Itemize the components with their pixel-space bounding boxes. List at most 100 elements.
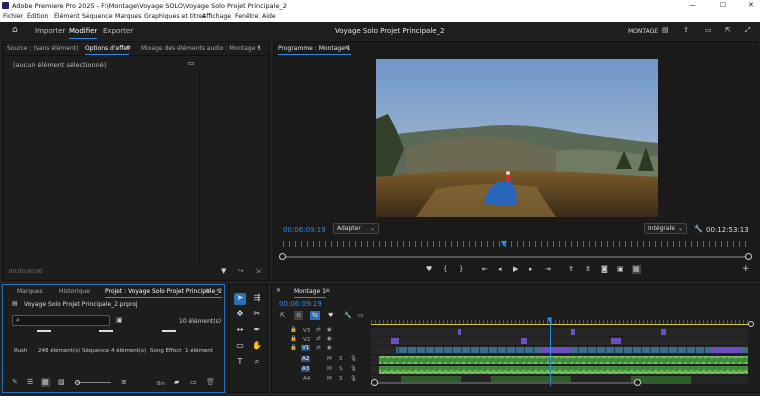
tab-importer[interactable]: Importer [35, 27, 65, 35]
tab-audio-mixer[interactable]: Mixage des éléments audio : Montage 1 [141, 45, 261, 52]
solo-button[interactable]: S [339, 356, 343, 362]
maximize-button[interactable]: ☐ [720, 1, 726, 9]
linked-selection-icon[interactable]: ⇆ [310, 311, 320, 320]
timeline-menu-icon[interactable]: ≡ [325, 288, 330, 294]
pen-tool-icon[interactable]: ✒ [251, 325, 263, 337]
menu-fichier[interactable]: Fichier [3, 13, 23, 20]
eye-icon[interactable]: ◉ [327, 336, 332, 342]
microphone-icon[interactable]: 🎙 [350, 376, 357, 382]
razor-tool-icon[interactable]: ✂ [251, 309, 263, 321]
playhead-handle-icon[interactable]: ▼ [547, 316, 552, 324]
track-label-target[interactable]: A2 [301, 356, 311, 362]
timeline-timecode[interactable]: 00:06:09:19 [279, 300, 322, 308]
folder-icon[interactable]: ▰ [174, 379, 179, 386]
program-timecode[interactable]: 00:06:09:19 [283, 226, 326, 234]
menu-edition[interactable]: Édition [27, 13, 48, 20]
trash-icon[interactable]: 🗑 [206, 379, 215, 386]
mute-button[interactable]: M [327, 356, 332, 362]
zoom-slider[interactable] [77, 382, 111, 383]
program-menu-icon[interactable]: ≡ [344, 45, 349, 51]
go-to-out-icon[interactable]: ⇥ [545, 266, 551, 273]
program-ruler[interactable] [283, 241, 749, 247]
scroll-handle-right[interactable] [745, 253, 752, 260]
track-label[interactable]: A4 [303, 376, 310, 382]
fullscreen-icon[interactable]: ⤢ [745, 27, 751, 34]
tab-sequence[interactable]: Montage 1 [294, 288, 326, 298]
step-back-icon[interactable]: ◂ [498, 266, 502, 273]
minimize-button[interactable]: — [689, 1, 696, 9]
timeline-scrollbar[interactable] [375, 382, 637, 384]
freeform-view-icon[interactable]: ▧ [58, 379, 65, 386]
more-panels-icon[interactable]: » [216, 288, 220, 294]
selection-tool-icon[interactable]: ➤ [234, 293, 246, 305]
comparison-view-icon[interactable]: ▣ [617, 266, 624, 273]
menu-element[interactable]: Élément [54, 13, 80, 20]
solo-button[interactable]: S [339, 376, 343, 382]
zoom-tool-icon[interactable]: ⌕ [251, 357, 263, 369]
project-menu-icon[interactable]: ≡ [205, 288, 210, 294]
tab-markers[interactable]: Marques [17, 288, 43, 295]
menu-aide[interactable]: Aide [262, 13, 276, 20]
search-input[interactable]: ⌕ [12, 315, 110, 326]
tab-effect-options[interactable]: Options d'effet [85, 45, 130, 55]
lock-icon[interactable]: 🔒 [290, 336, 297, 342]
sync-lock-icon[interactable]: ⇄ [316, 336, 321, 342]
workspace-mode[interactable]: MONTAGE [628, 28, 658, 35]
track-select-icon[interactable]: ⇶ [251, 293, 263, 305]
timeline-playhead[interactable] [550, 320, 551, 386]
hand-tool-icon[interactable]: ✋ [251, 341, 263, 353]
track-label-target[interactable]: A3 [301, 366, 311, 372]
loop-icon[interactable]: ⇲ [255, 268, 261, 275]
filter-icon[interactable]: ▼ [221, 268, 226, 275]
mark-in-icon[interactable]: { [443, 266, 447, 273]
eye-icon[interactable]: ◉ [327, 345, 332, 351]
menu-fenetre[interactable]: Fenêtre [235, 13, 258, 20]
icon-view-icon[interactable]: ▦ [41, 378, 50, 387]
mute-button[interactable]: M [327, 376, 332, 382]
mark-out-icon[interactable]: } [459, 266, 463, 273]
track-label[interactable]: V2 [303, 337, 310, 343]
program-playhead-icon[interactable]: ▼ [501, 239, 507, 248]
settings-icon[interactable]: 🔧 [344, 313, 351, 319]
step-forward-icon[interactable]: ▸ [529, 266, 533, 273]
program-scrollbar[interactable] [283, 256, 749, 258]
sync-lock-icon[interactable]: ⇄ [316, 327, 321, 333]
new-bin-icon[interactable]: ▣ [116, 317, 123, 324]
sort-icon[interactable]: ≡ [121, 379, 127, 386]
home-icon[interactable]: ⌂ [12, 26, 18, 35]
work-area-bar[interactable] [371, 324, 748, 325]
rectangle-tool-icon[interactable]: ▭ [234, 341, 246, 353]
snap-icon[interactable]: ∩ [294, 311, 304, 320]
fit-dropdown[interactable]: Adapter ⌄ [333, 223, 379, 234]
extract-icon[interactable]: ⇯ [585, 266, 591, 273]
camera-icon[interactable]: ◙ [601, 266, 608, 273]
new-item-icon[interactable]: ▭ [190, 379, 197, 386]
add-marker-icon[interactable]: ♥ [426, 266, 432, 273]
list-view-icon[interactable]: ☰ [27, 379, 33, 386]
scroll-handle-left[interactable] [279, 253, 286, 260]
menu-graphiques[interactable]: Graphiques et titres [144, 13, 206, 20]
timeline-tracks-area[interactable] [371, 328, 748, 384]
bin-name[interactable]: Rush [14, 348, 27, 354]
solo-button[interactable]: S [339, 366, 343, 372]
wrench-icon[interactable]: 🔧 [694, 226, 703, 233]
panel-menu-icon[interactable]: ≡ [126, 45, 131, 51]
menu-affichage[interactable]: Affichage [202, 13, 231, 20]
tab-modifier[interactable]: Modifier [69, 27, 98, 39]
play-icon[interactable]: ▶ [513, 266, 518, 273]
close-button[interactable]: ✕ [748, 1, 754, 9]
quick-export-icon[interactable]: ⇱ [725, 27, 731, 34]
bin-name[interactable]: Song Effect [150, 348, 181, 354]
microphone-icon[interactable]: 🎙 [350, 366, 357, 372]
zoom-slider-handle[interactable] [75, 380, 80, 385]
track-label-target[interactable]: V1 [301, 345, 311, 351]
tab-source[interactable]: Source : (sans élément) [7, 45, 79, 52]
marker-icon[interactable]: ♥ [328, 313, 333, 319]
lock-icon[interactable]: 🔒 [290, 345, 297, 351]
menu-marques[interactable]: Marques [115, 13, 141, 20]
sync-lock-icon[interactable]: ⇄ [316, 345, 321, 351]
vertical-scroll-handle[interactable] [748, 321, 754, 327]
tab-history[interactable]: Historique [59, 288, 90, 295]
pencil-icon[interactable]: ✎ [12, 379, 18, 386]
share-icon[interactable]: ⇪ [683, 27, 689, 34]
